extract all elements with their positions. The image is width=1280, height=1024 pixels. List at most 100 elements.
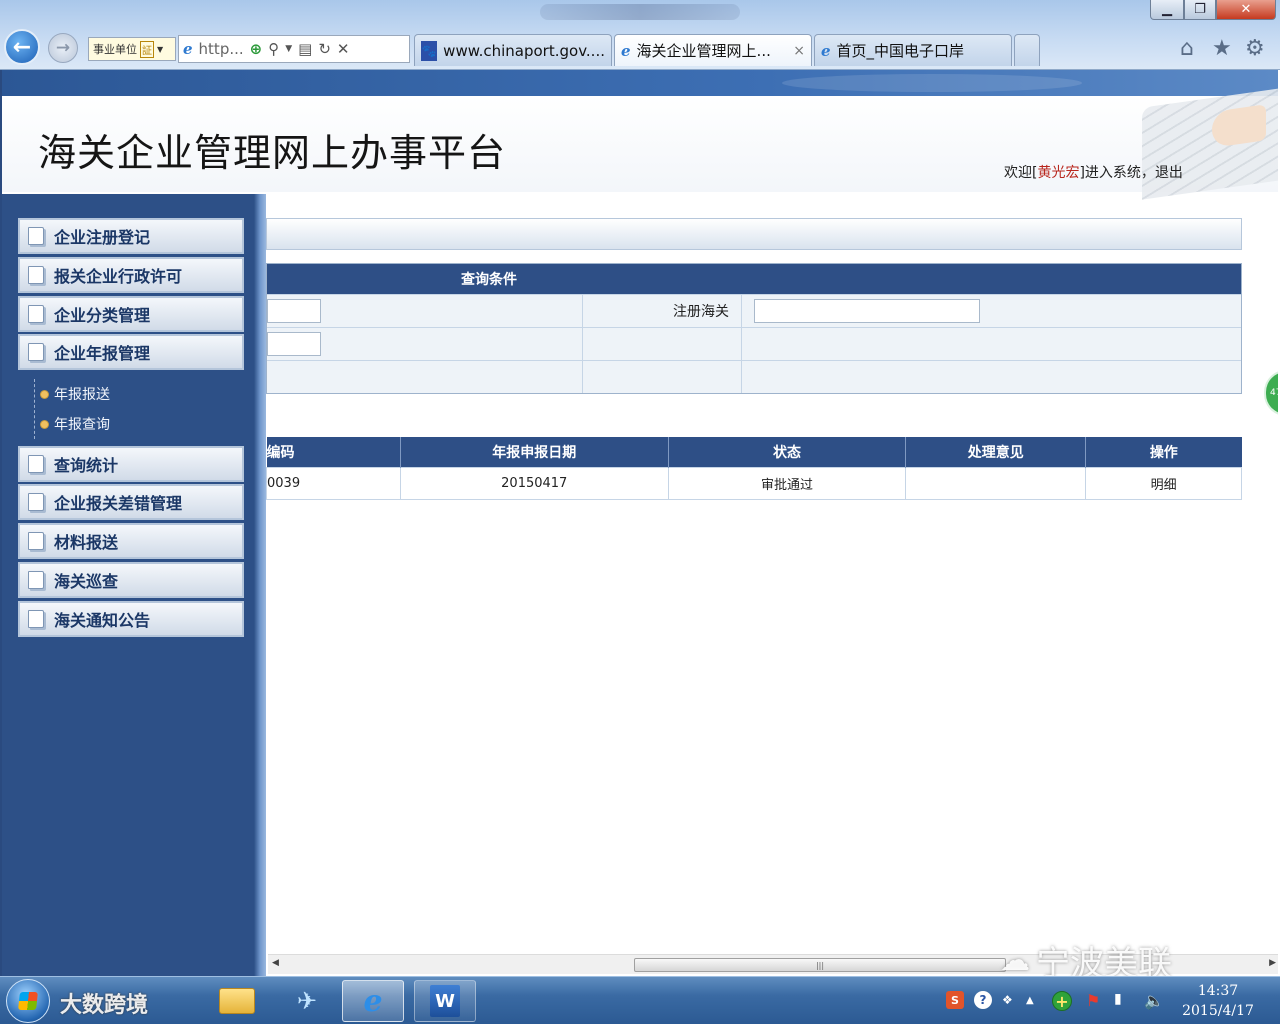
wechat-icon: ☁ <box>1000 943 1030 978</box>
table-header-row: 编码 年报申报日期 状态 处理意见 操作 <box>266 437 1242 467</box>
forward-button[interactable]: → <box>48 33 78 63</box>
system-clock[interactable]: 14:37 2015/4/17 <box>1170 981 1266 1021</box>
sidebar-item-label: 企业注册登记 <box>54 228 151 247</box>
window-title-blurred <box>540 4 740 20</box>
favorites-star-icon[interactable]: ★ <box>1212 36 1232 61</box>
logout-link[interactable]: 退出 <box>1155 165 1183 181</box>
query-cell <box>742 295 1241 327</box>
site-banner: 海关企业管理网上办事平台 欢迎[黄光宏]进入系统，退出 <box>2 88 1278 200</box>
search-icon[interactable]: ⚲ <box>268 40 279 58</box>
web-page: 海关企业管理网上办事平台 欢迎[黄光宏]进入系统，退出 企业注册登记 报关企业行… <box>0 70 1278 976</box>
scroll-right-icon[interactable]: ▶ <box>1269 958 1276 968</box>
compat-view-icon[interactable]: ▤ <box>298 40 312 58</box>
start-button[interactable] <box>6 979 50 1023</box>
minimize-button[interactable]: ▁ <box>1150 0 1184 20</box>
scroll-thumb[interactable]: ||| <box>634 958 1006 972</box>
register-customs-input[interactable] <box>754 299 980 323</box>
action-center-flag-icon[interactable]: ⚑ <box>1086 991 1100 1010</box>
col-header-opinion: 处理意见 <box>905 437 1087 467</box>
sidebar-item-admin-license[interactable]: 报关企业行政许可 <box>18 257 244 293</box>
sidebar-item-label: 查询统计 <box>54 456 119 475</box>
sidebar-item-error-management[interactable]: 企业报关差错管理 <box>18 484 244 520</box>
query-cell <box>742 328 1241 360</box>
user-name: 黄光宏 <box>1037 165 1080 181</box>
taskbar-ie-button[interactable]: e <box>342 980 404 1022</box>
tab-label: 海关企业管理网上... <box>636 42 771 60</box>
search-dropdown-icon[interactable]: ▼ <box>285 44 292 54</box>
page-title: 海关企业管理网上办事平台 <box>38 131 507 175</box>
query-input-1[interactable] <box>267 299 321 323</box>
sidebar-item-label: 企业年报管理 <box>54 344 151 363</box>
query-cell <box>742 361 1241 393</box>
taskbar-app-button[interactable]: ✈ <box>276 980 338 1022</box>
compat-view-dropdown[interactable]: 事业单位 証 ▼ <box>88 37 176 61</box>
cell-code: 0039 <box>266 466 401 500</box>
sogou-icon[interactable]: S <box>946 991 964 1009</box>
maximize-button[interactable]: ❐ <box>1184 0 1216 20</box>
forward-arrow-icon: → <box>55 38 71 58</box>
col-header-date: 年报申报日期 <box>400 437 669 467</box>
tab-close-icon[interactable]: × <box>793 43 805 59</box>
tab-customs-platform[interactable]: e 海关企业管理网上... × <box>614 34 812 66</box>
clock-date: 2015/4/17 <box>1182 1003 1254 1019</box>
network-icon[interactable]: ▮ <box>1114 991 1122 1007</box>
sidebar-item-classification[interactable]: 企业分类管理 <box>18 296 244 332</box>
floating-side-badge[interactable]: 47 <box>1264 370 1278 416</box>
col-header-status: 状态 <box>668 437 907 467</box>
address-text: http... <box>198 40 244 58</box>
welcome-suffix: ]进入系统， <box>1079 165 1155 181</box>
sidebar-item-label: 材料报送 <box>54 533 119 552</box>
submenu-item-report-submit[interactable]: 年报报送 <box>41 379 110 409</box>
query-cell <box>583 328 742 360</box>
compat-label: 事业单位 <box>93 43 137 56</box>
volume-icon[interactable]: 🔈 <box>1144 991 1164 1010</box>
welcome-message: 欢迎[黄光宏]进入系统，退出 <box>1004 162 1183 182</box>
gear-icon[interactable]: ⚙ <box>1245 36 1265 61</box>
sidebar-item-notices[interactable]: 海关通知公告 <box>18 601 244 637</box>
sidebar-item-query-stats[interactable]: 查询统计 <box>18 446 244 482</box>
cell-date: 20150417 <box>399 466 669 500</box>
sidebar-item-registration[interactable]: 企业注册登记 <box>18 218 244 254</box>
back-button[interactable]: ← <box>4 29 40 65</box>
scroll-left-icon[interactable]: ◀ <box>272 958 279 968</box>
submenu-item-label: 年报报送 <box>54 387 110 403</box>
book-icon <box>28 610 44 628</box>
sidebar-item-material-submit[interactable]: 材料报送 <box>18 523 244 559</box>
annual-report-submenu: 年报报送 年报查询 <box>34 379 110 439</box>
query-row <box>267 327 1241 360</box>
table-row: 0039 20150417 审批通过 明细 <box>266 466 1242 500</box>
book-icon <box>28 571 44 589</box>
chevron-down-icon: ▼ <box>157 44 164 54</box>
sidebar-item-annual-report[interactable]: 企业年报管理 <box>18 334 244 370</box>
query-cell <box>267 361 583 393</box>
detail-link[interactable]: 明细 <box>1085 466 1242 500</box>
query-form: 查询条件 注册海关 <box>266 263 1242 394</box>
show-hidden-icons-icon[interactable]: ▲ <box>1026 995 1034 1006</box>
home-icon[interactable]: ⌂ <box>1180 36 1194 61</box>
address-bar[interactable]: e http... ⊕ ⚲ ▼ ▤ ↻ ✕ <box>178 35 410 63</box>
ie-page-icon: e <box>183 40 193 58</box>
tray-app-icon[interactable]: ❖ <box>1002 993 1013 1007</box>
security-plus-icon[interactable]: + <box>1052 991 1072 1011</box>
book-icon <box>28 227 44 245</box>
stop-icon[interactable]: ✕ <box>337 40 350 58</box>
query-input-2[interactable] <box>267 332 321 356</box>
sidebar-item-label: 企业报关差错管理 <box>54 494 183 513</box>
browser-chrome: ▁ ❐ ✕ ← → 事业单位 証 ▼ e http... ⊕ ⚲ ▼ ▤ ↻ ✕… <box>0 0 1280 70</box>
tab-chinaport[interactable]: 🐾 www.chinaport.gov.... <box>414 34 612 66</box>
taskbar-explorer-button[interactable] <box>206 980 268 1022</box>
submenu-item-label: 年报查询 <box>54 417 110 433</box>
refresh-icon[interactable]: ↻ <box>318 40 331 58</box>
add-icon[interactable]: ⊕ <box>250 40 263 58</box>
sidebar-item-inspection[interactable]: 海关巡查 <box>18 562 244 598</box>
tab-electronic-port-home[interactable]: e 首页_中国电子口岸 <box>814 34 1012 66</box>
help-icon[interactable]: ? <box>974 991 992 1009</box>
query-row <box>267 360 1241 393</box>
close-window-button[interactable]: ✕ <box>1216 0 1276 20</box>
bullet-icon <box>41 420 48 428</box>
ie-icon: e <box>363 983 383 1019</box>
submenu-item-report-query[interactable]: 年报查询 <box>41 409 110 439</box>
taskbar-word-button[interactable]: W <box>414 980 476 1022</box>
welcome-prefix: 欢迎[ <box>1004 165 1038 181</box>
new-tab-button[interactable] <box>1014 34 1040 66</box>
